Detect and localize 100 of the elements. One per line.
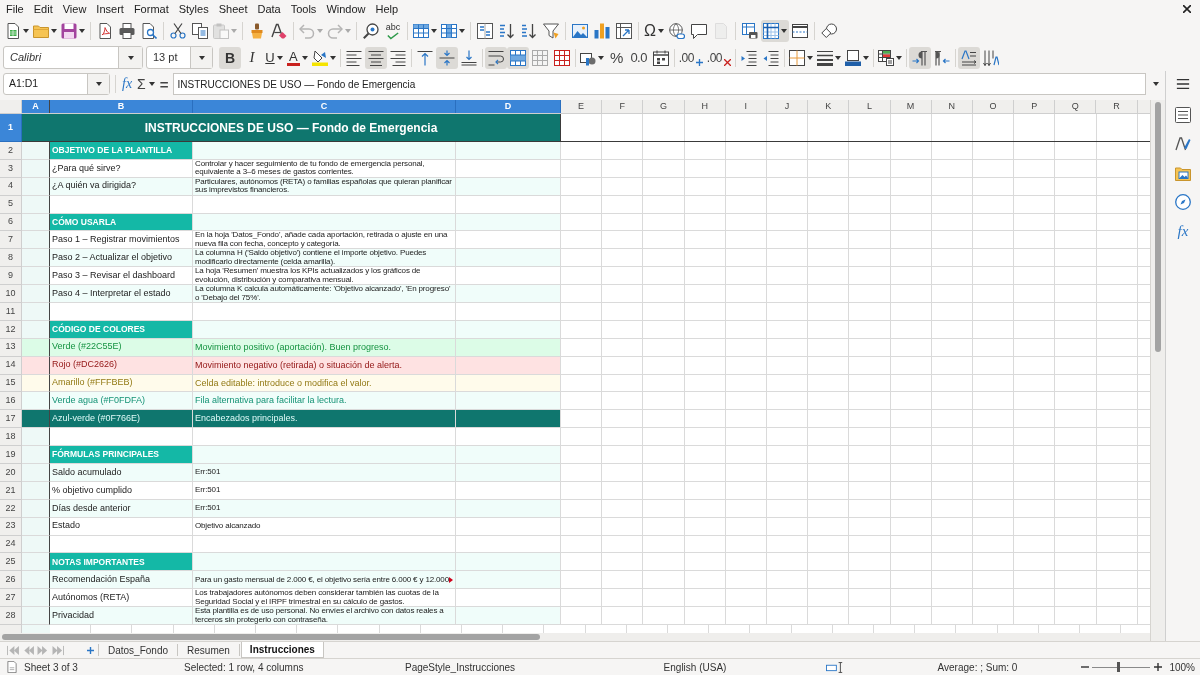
formula-input[interactable]: INSTRUCCIONES DE USO — Fondo de Emergencia bbox=[172, 73, 1146, 95]
row-header[interactable]: 25 bbox=[0, 553, 22, 572]
printer-icon bbox=[119, 23, 135, 39]
percent-format-button[interactable]: % bbox=[605, 46, 628, 69]
number-format-button[interactable]: 0.0 bbox=[627, 46, 650, 69]
undo-arrow-icon bbox=[299, 23, 315, 39]
row-header[interactable]: 18 bbox=[0, 428, 22, 447]
sort-button[interactable] bbox=[474, 20, 496, 42]
underline-button[interactable]: U bbox=[263, 46, 285, 69]
font-name-field[interactable]: Calibri bbox=[3, 46, 143, 69]
row-header[interactable]: 16 bbox=[0, 392, 22, 411]
row-header[interactable]: 20 bbox=[0, 464, 22, 482]
row-header[interactable]: 17 bbox=[0, 410, 22, 429]
sheet-tab[interactable]: Instrucciones bbox=[240, 642, 324, 658]
dropdown-button[interactable] bbox=[190, 47, 212, 68]
row-header[interactable]: 2 bbox=[0, 142, 22, 160]
delete-decimal-button[interactable]: .00 bbox=[704, 46, 734, 69]
paragraph-left-icon bbox=[934, 49, 951, 66]
menu-item[interactable]: Edit bbox=[28, 0, 58, 18]
selection-summary: Average: ; Sum: 0 bbox=[937, 660, 1018, 675]
menu-icon bbox=[1176, 77, 1190, 91]
autofilter-button[interactable] bbox=[540, 20, 562, 42]
left-to-right-button[interactable] bbox=[909, 46, 932, 69]
row-header[interactable]: 8 bbox=[0, 249, 22, 268]
row-header[interactable]: 19 bbox=[0, 446, 22, 465]
table-grid-icon bbox=[531, 49, 548, 66]
scrollbar-thumb[interactable] bbox=[2, 634, 540, 640]
text-left-to-right-button[interactable] bbox=[958, 46, 981, 69]
align-center-button[interactable] bbox=[364, 46, 387, 69]
language: English (USA) bbox=[663, 660, 727, 675]
zoom-slider[interactable] bbox=[1092, 662, 1150, 672]
funnel-icon bbox=[543, 23, 559, 39]
column-header[interactable]: A bbox=[22, 100, 50, 113]
row-header[interactable]: 9 bbox=[0, 267, 22, 286]
x-mark-icon bbox=[724, 58, 732, 66]
merge-center-button[interactable] bbox=[506, 46, 529, 69]
text-direction-icon bbox=[961, 49, 978, 66]
column-header[interactable]: C bbox=[193, 100, 456, 113]
row-header[interactable]: 11 bbox=[0, 303, 22, 321]
table-cell: Err:501 bbox=[193, 464, 456, 482]
find-replace-button[interactable] bbox=[360, 20, 382, 42]
menu-item[interactable]: View bbox=[57, 0, 92, 18]
image-icon bbox=[572, 23, 588, 39]
row-header[interactable]: 27 bbox=[0, 589, 22, 608]
sum-button[interactable]: Σ bbox=[136, 74, 156, 94]
zoom-slider-thumb[interactable] bbox=[1117, 662, 1121, 672]
menu-item[interactable]: Data bbox=[252, 0, 286, 18]
name-box[interactable]: A1:D1 bbox=[3, 73, 110, 95]
row-header[interactable]: 7 bbox=[0, 231, 22, 250]
cut-button[interactable] bbox=[167, 20, 189, 42]
menu-item[interactable]: Insert bbox=[91, 0, 129, 18]
align-center-icon bbox=[367, 49, 384, 66]
caret-icon bbox=[95, 82, 102, 86]
print-button[interactable] bbox=[116, 20, 138, 42]
menu-item[interactable]: Format bbox=[128, 0, 174, 18]
menu-item[interactable]: Sheet bbox=[213, 0, 253, 18]
copy-button[interactable] bbox=[189, 20, 211, 42]
special-character-button[interactable]: Ω bbox=[642, 20, 666, 42]
next-page-icon bbox=[36, 644, 49, 656]
formula-button[interactable]: = bbox=[158, 74, 170, 94]
menu-item[interactable]: Tools bbox=[285, 0, 322, 18]
border-grid-icon bbox=[789, 49, 806, 66]
scissors-icon bbox=[170, 23, 186, 39]
zoom-in-button[interactable] bbox=[1153, 662, 1162, 672]
navigator-button[interactable] bbox=[1172, 191, 1194, 213]
vertical-scrollbar[interactable] bbox=[1150, 100, 1165, 641]
dropdown-button[interactable] bbox=[87, 74, 109, 94]
bold-button[interactable]: B bbox=[219, 46, 241, 69]
row-header[interactable]: 28 bbox=[0, 607, 22, 626]
row-header[interactable]: 10 bbox=[0, 285, 22, 303]
align-left-icon bbox=[345, 49, 362, 66]
spelling-button[interactable]: abc bbox=[382, 20, 404, 42]
sheet-tab[interactable]: Datos_Fondo bbox=[100, 642, 177, 658]
function-wizard-button[interactable]: fx bbox=[121, 74, 134, 94]
wrap-text-button[interactable] bbox=[484, 46, 507, 69]
row-header[interactable]: 1 bbox=[0, 114, 22, 142]
menu-item[interactable]: File bbox=[1, 0, 29, 18]
row-header[interactable]: 26 bbox=[0, 571, 22, 590]
zoom-level[interactable]: 100% bbox=[1169, 659, 1195, 675]
menu-item[interactable]: Help bbox=[370, 0, 404, 18]
italic-button[interactable]: I bbox=[241, 46, 263, 69]
align-middle-icon bbox=[438, 49, 455, 66]
add-decimal-button[interactable]: .00 bbox=[676, 46, 705, 69]
merge-cells-icon bbox=[509, 49, 526, 66]
column-header[interactable]: D bbox=[456, 100, 561, 113]
pivot-table-button[interactable] bbox=[613, 20, 635, 42]
properties-button[interactable] bbox=[1172, 104, 1194, 126]
menu-item[interactable]: Window bbox=[321, 0, 371, 18]
menu-item[interactable]: Styles bbox=[173, 0, 214, 18]
scrollbar-thumb[interactable] bbox=[1155, 102, 1161, 352]
font-color-button[interactable]: A bbox=[285, 46, 310, 69]
column-header[interactable]: B bbox=[50, 100, 193, 113]
close-button[interactable] bbox=[1181, 3, 1193, 15]
horizontal-scrollbar[interactable] bbox=[0, 633, 1150, 641]
sheet-tab[interactable]: Resumen bbox=[179, 642, 238, 658]
dropdown-button[interactable] bbox=[118, 47, 142, 68]
font-size-field[interactable]: 13 pt bbox=[146, 46, 213, 69]
folder-icon bbox=[33, 23, 49, 39]
functions-button[interactable]: fx bbox=[1172, 220, 1194, 242]
freeze-panes-button[interactable] bbox=[760, 20, 789, 42]
